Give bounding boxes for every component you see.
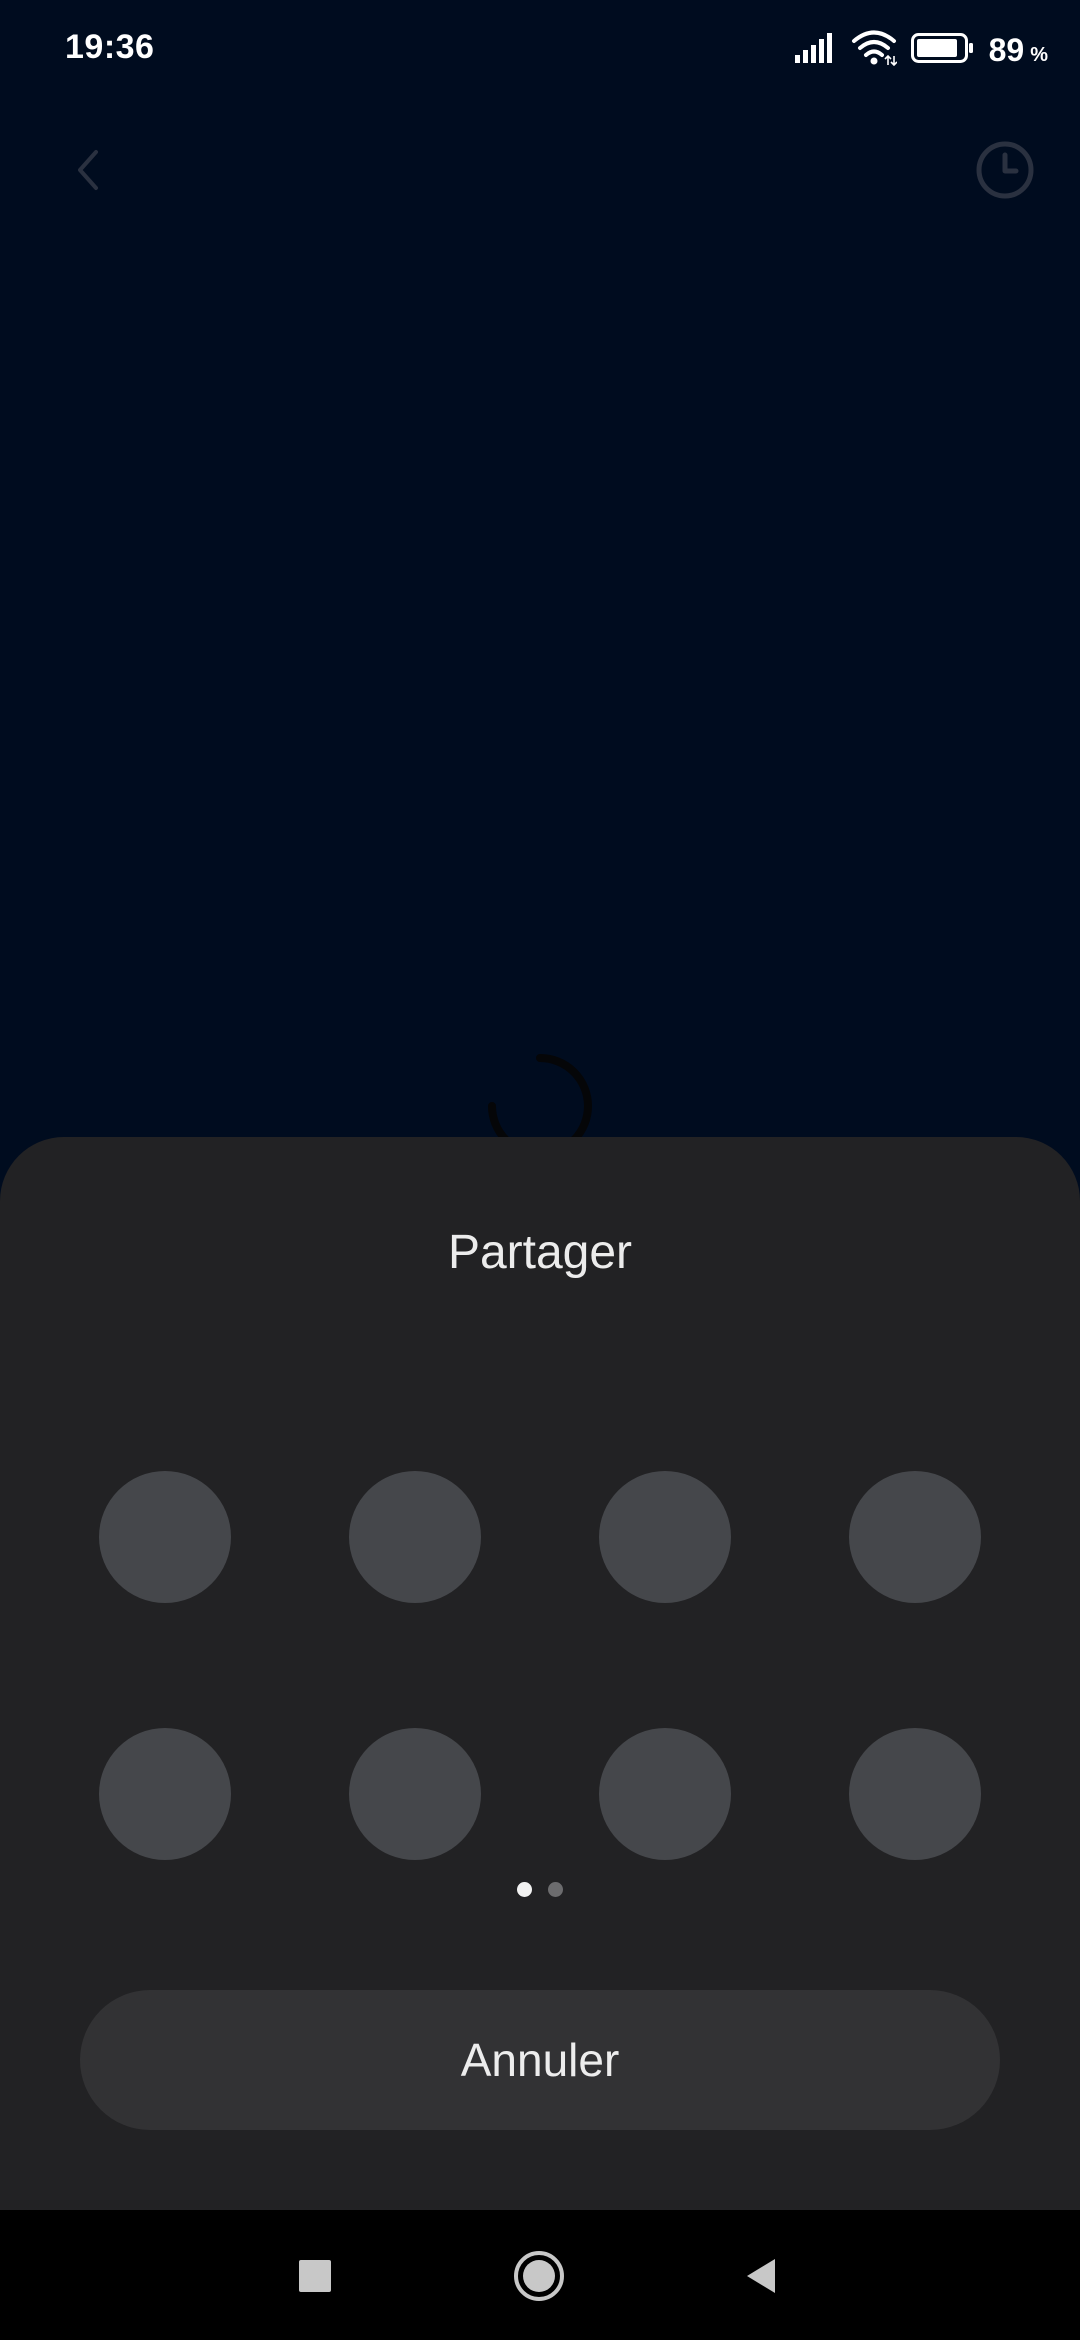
- share-app-placeholder[interactable]: [349, 1728, 481, 1860]
- share-app-placeholder[interactable]: [599, 1728, 731, 1860]
- recents-button[interactable]: [277, 2238, 353, 2314]
- signal-icon: [794, 32, 837, 68]
- recents-icon: [299, 2260, 331, 2292]
- screen: 19:36 89 % Partager Annuler: [0, 0, 1080, 2340]
- navigation-bar: [0, 2210, 1080, 2340]
- back-icon: [747, 2259, 775, 2293]
- app-header: [0, 120, 1080, 220]
- share-app-placeholder[interactable]: [99, 1728, 231, 1860]
- sheet-title: Partager: [447, 1226, 633, 1279]
- share-app-placeholder[interactable]: [849, 1728, 981, 1860]
- clock-icon: [976, 141, 1034, 199]
- back-nav-button[interactable]: [723, 2238, 799, 2314]
- status-bar: 19:36 89 %: [0, 0, 1080, 100]
- status-time: 19:36: [65, 28, 155, 66]
- history-button[interactable]: [970, 135, 1040, 205]
- share-app-placeholder[interactable]: [599, 1471, 731, 1603]
- page-dot: [548, 1882, 563, 1897]
- share-app-placeholder[interactable]: [99, 1471, 231, 1603]
- home-icon: [514, 2251, 564, 2301]
- share-sheet: Partager Annuler: [0, 1137, 1080, 2210]
- page-indicator: [0, 1882, 1080, 1897]
- battery-percentage: 89 %: [989, 32, 1048, 69]
- battery-percent-unit: %: [1030, 43, 1048, 66]
- home-button[interactable]: [501, 2238, 577, 2314]
- battery-icon: [910, 32, 975, 68]
- status-icons: 89 %: [781, 28, 1048, 72]
- battery-percent-value: 89: [988, 31, 1025, 68]
- share-app-placeholder[interactable]: [349, 1471, 481, 1603]
- page-dot-active: [517, 1882, 532, 1897]
- back-button[interactable]: [60, 140, 120, 200]
- chevron-left-icon: [78, 150, 98, 190]
- cancel-button[interactable]: Annuler: [80, 1990, 1000, 2130]
- battery-fill: [916, 38, 957, 57]
- share-app-placeholder[interactable]: [849, 1471, 981, 1603]
- wifi-icon: [851, 30, 898, 71]
